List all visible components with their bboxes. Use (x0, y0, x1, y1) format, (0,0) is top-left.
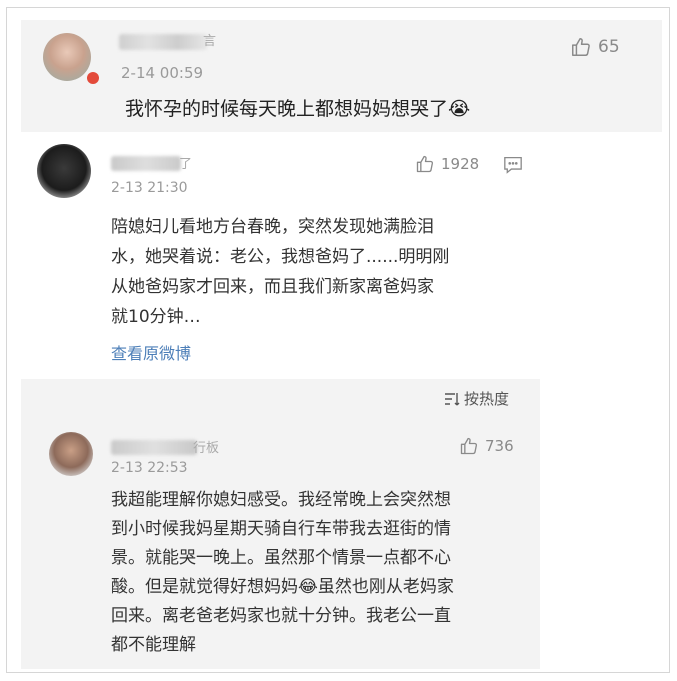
username-blurred[interactable] (119, 34, 207, 50)
like-button[interactable]: 1928 (415, 154, 479, 174)
avatar[interactable] (49, 432, 93, 476)
view-original-link[interactable]: 查看原微博 (111, 340, 191, 364)
sort-label: 按热度 (464, 390, 510, 408)
avatar[interactable] (43, 33, 91, 81)
username-fragment: 了 (179, 157, 193, 172)
comment-time: 2-14 00:59 (121, 64, 204, 82)
like-count: 65 (598, 37, 620, 57)
sort-icon (445, 392, 460, 405)
avatar[interactable] (37, 144, 91, 198)
thumbs-up-icon (572, 38, 590, 56)
like-button[interactable]: 736 (459, 436, 514, 456)
username-blurred[interactable] (111, 156, 181, 171)
screenshot-frame: 言 2-14 00:59 65 我怀孕的时候每天晚上都想妈妈想哭了😭 了 2-1… (6, 7, 670, 673)
thumbs-up-icon (416, 155, 434, 173)
comment-text: 我怀孕的时候每天晚上都想妈妈想哭了😭 (125, 98, 471, 120)
username-fragment: 行板 (193, 441, 220, 456)
like-count: 1928 (441, 155, 480, 173)
username-fragment: 言 (203, 34, 217, 49)
comment-text: 陪媳妇儿看地方台春晚，突然发现她满脸泪 水，她哭着说：老公，我想爸妈了.....… (111, 217, 450, 327)
comment-time: 2-13 21:30 (111, 180, 188, 196)
verified-badge (87, 72, 99, 84)
sort-by-popularity[interactable]: 按热度 (444, 388, 509, 409)
comment-text: 我超能理解你媳妇感受。我经常晚上会突然想 到小时候我妈星期天骑自行车带我去逛街的… (111, 490, 454, 655)
comment-icon[interactable] (503, 156, 523, 174)
comment-time: 2-13 22:53 (111, 460, 188, 476)
username-blurred[interactable] (111, 440, 197, 455)
like-count: 736 (485, 437, 514, 455)
like-button[interactable]: 65 (570, 36, 620, 58)
thumbs-up-icon (460, 437, 478, 455)
